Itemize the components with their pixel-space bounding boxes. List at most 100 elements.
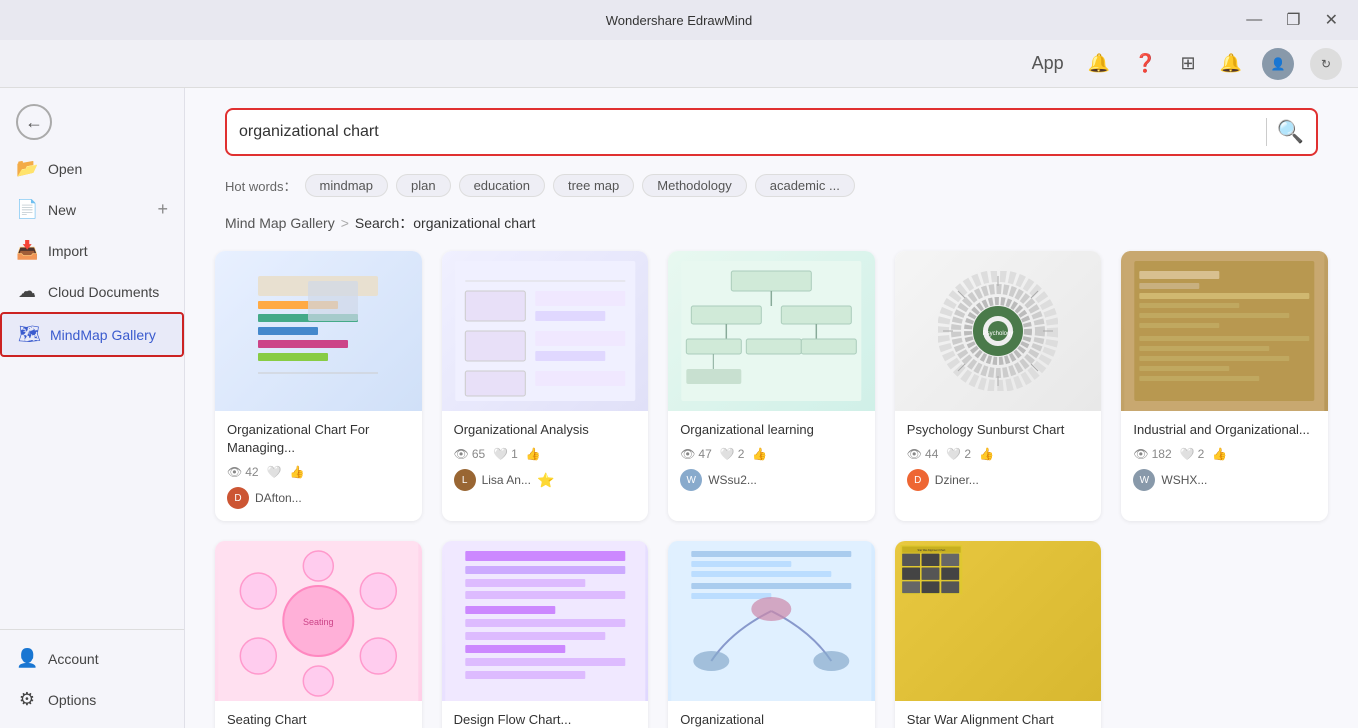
thumb-industrial [1121,251,1328,411]
share-5[interactable]: 👍 [1212,447,1227,461]
like-1[interactable]: 🤍 [267,465,282,479]
card-info-2: Organizational Analysis 👁 65 🤍 1 👍 L Lis… [442,411,649,503]
like-4[interactable]: 🤍 2 [946,447,971,461]
user-avatar[interactable]: 👤 [1262,48,1294,80]
card-title-6: Seating Chart [227,711,410,728]
gallery-card-2[interactable]: Organizational Analysis 👁 65 🤍 1 👍 L Lis… [442,251,649,521]
card-title-8: Organizational [680,711,863,728]
card-meta-3: 👁 47 🤍 2 👍 [680,447,863,461]
gold-badge-2: ⭐ [537,472,554,489]
share-3[interactable]: 👍 [752,447,767,461]
close-button[interactable]: ✕ [1317,6,1346,34]
notification-icon[interactable]: 🔔 [1084,49,1114,78]
gallery-card-9[interactable]: Star War Alignment Chart [895,541,1102,728]
breadcrumb-gallery-link[interactable]: Mind Map Gallery [225,215,335,231]
like-2[interactable]: 🤍 1 [493,447,518,461]
sidebar-item-mindmap[interactable]: 🗺 MindMap Gallery [0,312,184,357]
card-author-4: D Dziner... [907,469,1090,491]
card-info-9: Star War Alignment Chart 👁 🤍 👍 [895,701,1102,728]
card-title-4: Psychology Sunburst Chart [907,421,1090,439]
sidebar-item-new[interactable]: 📄 New + [0,189,184,230]
app-title: Wondershare EdrawMind [606,13,752,28]
sidebar-item-options[interactable]: ⚙ Options [0,679,184,720]
hot-tag-education[interactable]: education [459,174,545,197]
search-input[interactable] [239,123,1256,141]
hot-words-bar: Hot words： mindmap plan education tree m… [185,166,1358,205]
thumb-flow [442,541,649,701]
hot-tag-treemap[interactable]: tree map [553,174,634,197]
views-1: 👁 42 [227,465,259,479]
search-box: 🔍 [225,108,1318,156]
card-info-8: Organizational 👁 🤍 👍 [668,701,875,728]
thumb-learning [668,251,875,411]
sidebar: ← 📂 Open 📄 New + 📥 Import ☁ Cloud Docume… [0,88,185,728]
card-title-2: Organizational Analysis [454,421,637,439]
back-circle-icon: ← [16,104,52,140]
card-title-3: Organizational learning [680,421,863,439]
sidebar-label-import: Import [48,243,88,259]
thumb-sunburst: Psychology [895,251,1102,411]
sidebar-item-cloud[interactable]: ☁ Cloud Documents [0,271,184,312]
card-meta-4: 👁 44 🤍 2 👍 [907,447,1090,461]
account-icon: 👤 [16,648,38,669]
gallery-card-8[interactable]: Organizational 👁 🤍 👍 [668,541,875,728]
gallery-card-7[interactable]: Design Flow Chart... 👁 🤍 👍 [442,541,649,728]
maximize-button[interactable]: ❐ [1278,6,1308,34]
search-button[interactable]: 🔍 [1277,119,1304,145]
search-divider [1266,118,1267,146]
share-1[interactable]: 👍 [290,465,305,479]
sidebar-item-open[interactable]: 📂 Open [0,148,184,189]
like-5[interactable]: 🤍 2 [1180,447,1205,461]
views-2: 👁 65 [454,447,486,461]
gallery-grid: Organizational Chart For Managing... 👁 4… [215,251,1328,728]
card-info-3: Organizational learning 👁 47 🤍 2 👍 W WSs… [668,411,875,503]
card-title-9: Star War Alignment Chart [907,711,1090,728]
author-avatar-1: D [227,487,249,509]
hot-tag-methodology[interactable]: Methodology [642,174,746,197]
card-thumb-1 [215,251,422,411]
gallery-card-6[interactable]: Seating Seating Chart [215,541,422,728]
thumb-org3 [668,541,875,701]
card-meta-1: 👁 42 🤍 👍 [227,465,410,479]
card-meta-2: 👁 65 🤍 1 👍 [454,447,637,461]
import-icon: 📥 [16,240,38,261]
mindmap-icon: 🗺 [18,324,40,345]
like-3[interactable]: 🤍 2 [720,447,745,461]
app-label[interactable]: App [1028,49,1068,78]
back-button[interactable]: ← [0,96,184,148]
options-icon: ⚙ [16,689,38,710]
grid-icon[interactable]: ⊞ [1176,49,1199,78]
svg-text:Psychology: Psychology [983,331,1014,337]
gallery: Organizational Chart For Managing... 👁 4… [185,241,1358,728]
gallery-card-3[interactable]: Organizational learning 👁 47 🤍 2 👍 W WSs… [668,251,875,521]
sidebar-item-import[interactable]: 📥 Import [0,230,184,271]
share-icon[interactable]: 🔔 [1216,49,1246,78]
card-meta-5: 👁 182 🤍 2 👍 [1133,447,1316,461]
card-info-6: Seating Chart 👁 20 🤍 👍 K Kiara Pitt [215,701,422,728]
content-area: 🔍 Hot words： mindmap plan education tree… [185,88,1358,728]
gallery-card-1[interactable]: Organizational Chart For Managing... 👁 4… [215,251,422,521]
open-icon: 📂 [16,158,38,179]
card-thumb-4: Psychology [895,251,1102,411]
gallery-card-5[interactable]: Industrial and Organizational... 👁 182 🤍… [1121,251,1328,521]
author-avatar-4: D [907,469,929,491]
minimize-button[interactable]: — [1238,6,1270,34]
author-avatar-5: W [1133,469,1155,491]
views-5: 👁 182 [1133,447,1171,461]
sidebar-bottom: 👤 Account ⚙ Options [0,621,184,720]
gallery-card-4[interactable]: Psychology [895,251,1102,521]
share-4[interactable]: 👍 [979,447,994,461]
new-icon: 📄 [16,199,38,220]
thumb-org1 [215,251,422,411]
hot-tag-academic[interactable]: academic ... [755,174,855,197]
card-thumb-6: Seating [215,541,422,701]
search-area: 🔍 [185,88,1358,166]
hot-tag-plan[interactable]: plan [396,174,451,197]
share-2[interactable]: 👍 [526,447,541,461]
sidebar-item-account[interactable]: 👤 Account [0,638,184,679]
help-icon[interactable]: ❓ [1130,49,1160,78]
refresh-icon[interactable]: ↻ [1310,48,1342,80]
card-thumb-8 [668,541,875,701]
views-4: 👁 44 [907,447,939,461]
hot-tag-mindmap[interactable]: mindmap [305,174,388,197]
